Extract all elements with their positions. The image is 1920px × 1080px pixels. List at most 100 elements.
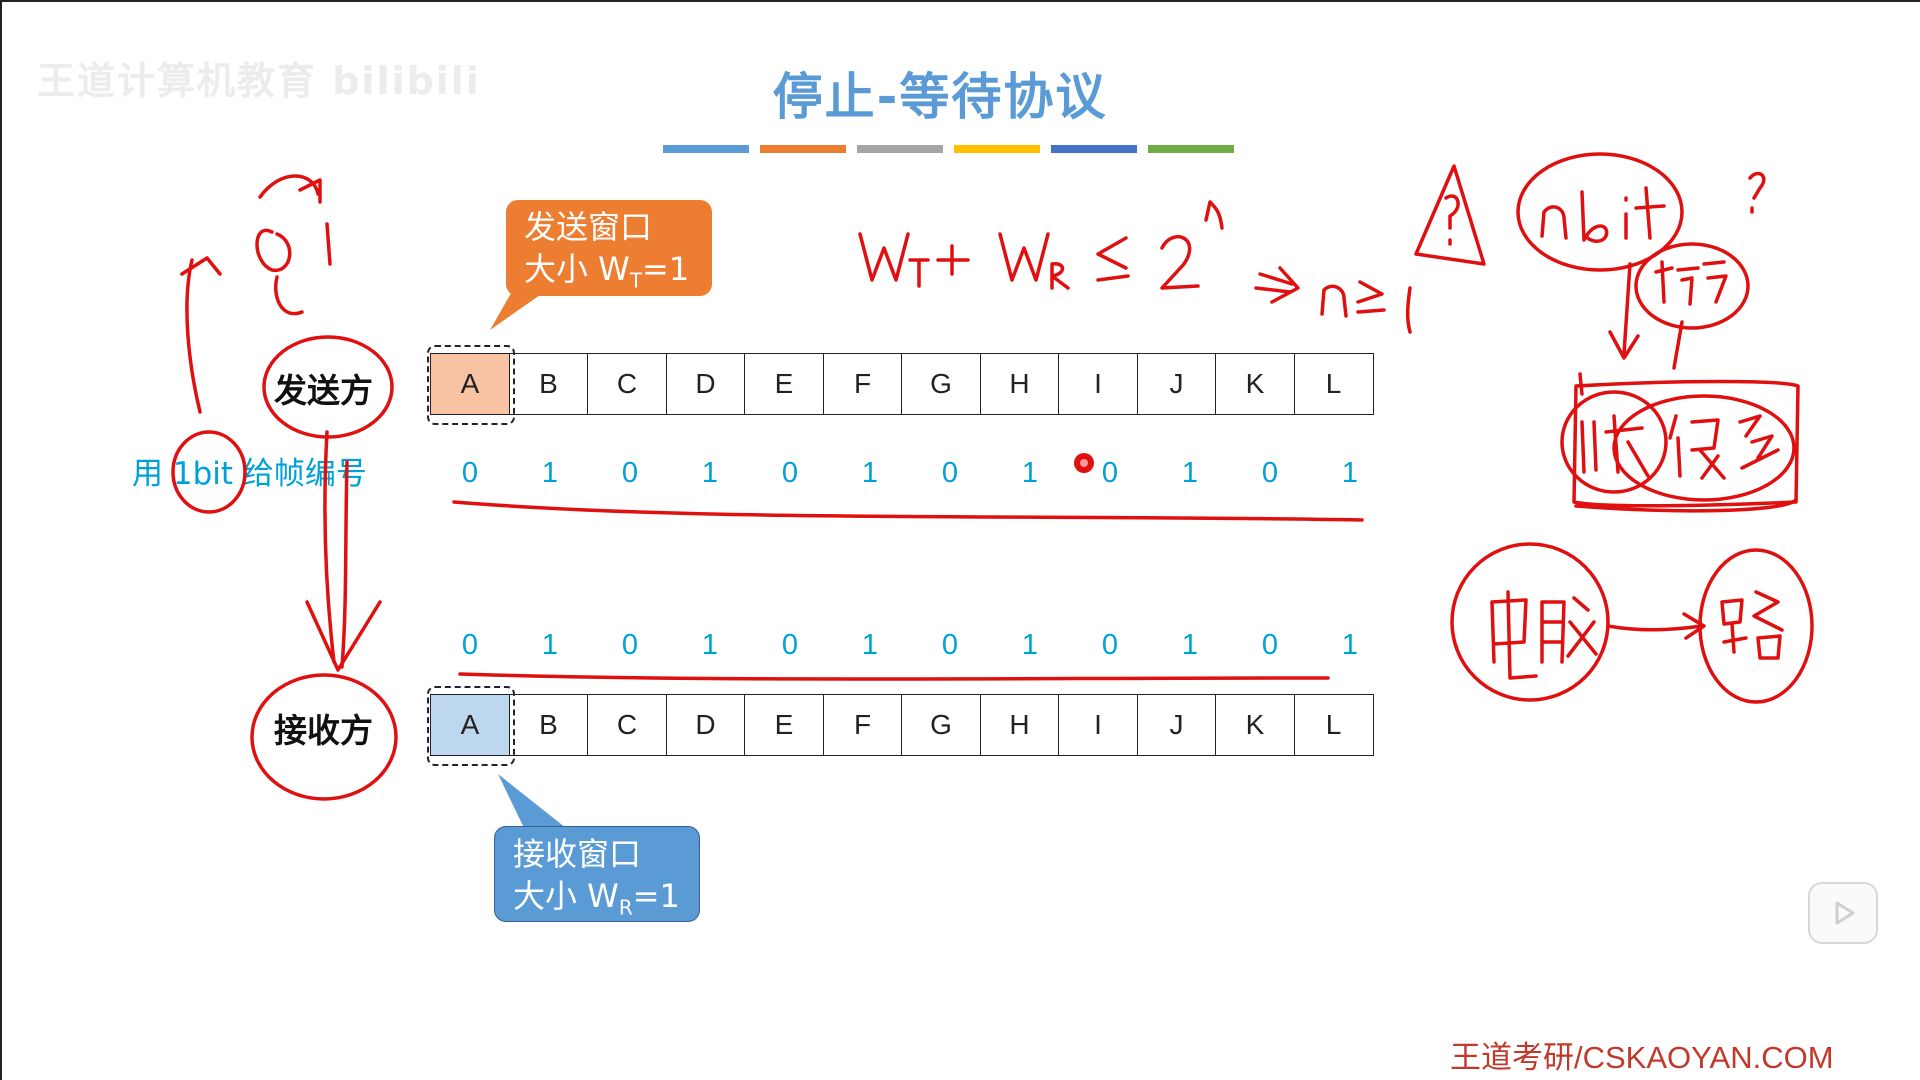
ink-ge <box>1356 280 1386 314</box>
recv-window-size-suffix: =1 <box>632 877 680 915</box>
send-window-size-sub: T <box>629 268 643 293</box>
arrow-numbering-down <box>1608 262 1640 360</box>
receiver-frame-b: B <box>508 694 589 756</box>
receiver-frame-f: F <box>822 694 903 756</box>
sender-frame-i: I <box>1058 353 1138 415</box>
title-color-bar-4 <box>1051 145 1137 153</box>
sender-seq-number: 0 <box>941 457 959 489</box>
receiver-frame-i: I <box>1058 694 1138 756</box>
recv-window-callout-title: 接收窗口 <box>513 835 642 873</box>
sender-seq-number: 1 <box>701 457 719 489</box>
sender-frame-b: B <box>508 353 589 415</box>
recv-window-callout-size: 大小 WR=1 <box>513 875 681 928</box>
receiver-seq-number: 0 <box>1101 629 1119 661</box>
ink-many-char <box>1668 414 1726 480</box>
sender-frame-row: ABCDEFGHIJKL <box>430 353 1374 415</box>
sender-seq-number: 0 <box>781 457 799 489</box>
circle-frame <box>1560 390 1668 494</box>
receiver-seq-number: 0 <box>621 629 639 661</box>
arrow-down-head <box>305 600 382 672</box>
circle-nbit <box>1516 152 1684 272</box>
arrow-up-line <box>185 258 202 414</box>
receiver-seq-number: 0 <box>781 629 799 661</box>
receiver-seq-number: 1 <box>1341 629 1359 661</box>
numbering-note: 用 1bit 给帧编号 <box>132 456 367 492</box>
ink-plus <box>936 244 970 276</box>
ink-one <box>1405 286 1412 334</box>
receiver-seq-number: 1 <box>1181 629 1199 661</box>
slide-title: 停止-等待协议 <box>772 68 1108 126</box>
receiver-window-box <box>427 686 515 766</box>
recv-window-callout: 接收窗口 大小 WR=1 <box>494 826 700 922</box>
receiver-seq-number: 1 <box>861 629 879 661</box>
sender-frame-k: K <box>1215 353 1295 415</box>
sender-seq-number: 0 <box>461 457 479 489</box>
ink-result-n <box>1320 284 1348 318</box>
sender-seq-number: 1 <box>1341 457 1359 489</box>
send-window-size-prefix: 大小 W <box>524 250 630 288</box>
sender-frame-g: G <box>901 353 981 415</box>
ink-warning-triangle <box>1414 164 1486 266</box>
sender-frame-f: F <box>822 353 903 415</box>
footer-brand: 王道考研/CSKAOYAN.COM <box>1450 1040 1834 1075</box>
sender-frame-j: J <box>1136 353 1217 415</box>
arrow-up-head <box>180 256 222 276</box>
circle-computer <box>1450 542 1610 702</box>
receiver-frame-k: K <box>1215 694 1295 756</box>
receiver-seq-row: 0 1 0 1 0 1 0 1 0 1 0 1 <box>430 629 1390 662</box>
sender-frame-l: L <box>1293 353 1374 415</box>
loop-arrow <box>258 174 322 204</box>
title-color-bar-3 <box>954 145 1040 153</box>
receiver-frame-d: D <box>665 694 746 756</box>
handwriting-layer <box>171 152 1814 801</box>
sender-frame-d: D <box>665 353 746 415</box>
sender-frame-c: C <box>587 353 667 415</box>
sender-seq-number: 0 <box>1101 457 1119 489</box>
ink-question <box>1748 171 1766 214</box>
receiver-seq-number: 0 <box>461 629 479 661</box>
receiver-frame-j: J <box>1136 694 1217 756</box>
receiver-frame-g: G <box>901 694 981 756</box>
sender-frame-h: H <box>979 353 1060 415</box>
underline-sender-seq <box>452 500 1364 522</box>
receiver-frame-row: ABCDEFGHIJKL <box>430 694 1374 756</box>
underline-receiver-seq <box>458 672 1330 681</box>
sender-seq-number: 1 <box>1021 457 1039 489</box>
ink-frame-char <box>1580 414 1650 478</box>
recv-window-size-sub: R <box>618 895 633 920</box>
ink-le <box>1096 236 1130 282</box>
receiver-frame-h: H <box>979 694 1060 756</box>
box-frames-many <box>1572 379 1800 508</box>
ink-nbit-text <box>1540 205 1568 240</box>
play-button[interactable] <box>1808 882 1878 944</box>
title-color-bar-0 <box>663 145 749 153</box>
ink-computer-char-2 <box>1540 596 1598 664</box>
ink-numbering-text <box>1654 260 1728 306</box>
sender-seq-number: 0 <box>621 457 639 489</box>
receiver-label: 接收方 <box>274 711 373 750</box>
title-color-bar-2 <box>857 145 943 153</box>
sender-seq-number: 1 <box>861 457 879 489</box>
circle-numbering <box>1634 242 1750 330</box>
send-window-size-suffix: =1 <box>642 250 690 288</box>
circle-router <box>1698 548 1814 704</box>
title-color-bar-5 <box>1148 145 1234 153</box>
play-button-icon <box>1835 901 1855 925</box>
ink-w-t <box>858 232 910 282</box>
recv-callout-pointer <box>498 774 566 828</box>
title-color-bars <box>663 145 1234 153</box>
receiver-seq-number: 1 <box>1021 629 1039 661</box>
sender-seq-number: 1 <box>1181 457 1199 489</box>
sender-frame-e: E <box>744 353 824 415</box>
receiver-seq-number: 1 <box>701 629 719 661</box>
send-window-callout: 发送窗口 大小 WT=1 <box>506 200 712 296</box>
send-window-callout-title: 发送窗口 <box>524 208 653 246</box>
ink-implies <box>1254 266 1300 304</box>
ink-computer-char-1 <box>1490 590 1538 680</box>
receiver-seq-number: 1 <box>541 629 559 661</box>
receiver-frame-e: E <box>744 694 824 756</box>
receiver-frame-l: L <box>1293 694 1374 756</box>
sender-seq-number: 1 <box>541 457 559 489</box>
ink-w-r <box>998 232 1050 282</box>
recv-window-size-prefix: 大小 W <box>513 877 619 915</box>
